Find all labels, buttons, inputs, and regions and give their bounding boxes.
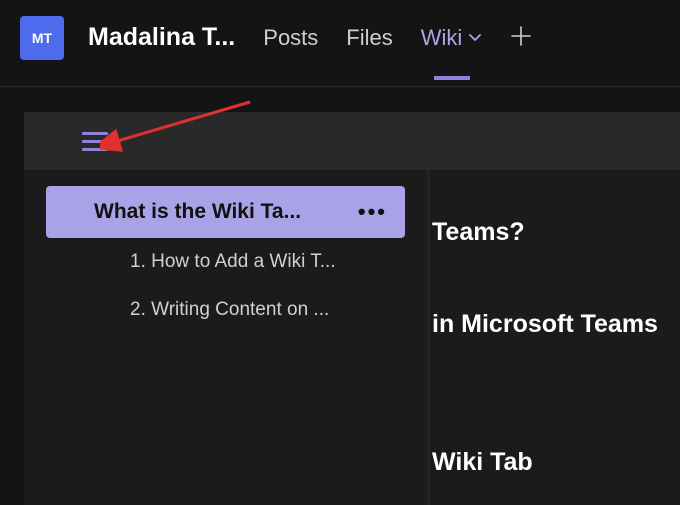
content-heading-fragment: in Microsoft Teams [432, 310, 658, 339]
wiki-toolbar [24, 112, 680, 170]
content-heading-fragment: Wiki Tab [432, 448, 533, 477]
top-header: MT Madalina T... Posts Files Wiki [0, 0, 680, 75]
content-area: What is the Wiki Ta... ••• 1. How to Add… [24, 170, 680, 505]
chevron-down-icon[interactable] [468, 31, 482, 45]
add-tab-button[interactable] [510, 22, 532, 54]
tab-posts[interactable]: Posts [263, 25, 318, 51]
wiki-sidebar: What is the Wiki Ta... ••• 1. How to Add… [24, 170, 430, 505]
team-avatar[interactable]: MT [20, 16, 64, 60]
header-divider [0, 86, 680, 87]
content-heading-fragment: Teams? [432, 218, 525, 247]
more-options-icon[interactable]: ••• [358, 199, 387, 225]
tab-wiki-underline [434, 76, 470, 80]
hamburger-menu-icon[interactable] [82, 132, 108, 151]
sidebar-section-item[interactable]: 1. How to Add a Wiki T... [24, 238, 427, 286]
tab-files[interactable]: Files [346, 25, 392, 51]
sidebar-section-item[interactable]: 2. Writing Content on ... [24, 286, 427, 334]
team-name[interactable]: Madalina T... [88, 23, 235, 52]
tab-wiki[interactable]: Wiki [421, 25, 483, 51]
tabs-row: Posts Files Wiki [263, 22, 532, 54]
sidebar-page-title: What is the Wiki Ta... [94, 200, 301, 224]
wiki-main-content: Teams? in Microsoft Teams Wiki Tab [430, 170, 680, 505]
sidebar-page-selected[interactable]: What is the Wiki Ta... ••• [46, 186, 405, 238]
tab-wiki-label: Wiki [421, 25, 463, 51]
